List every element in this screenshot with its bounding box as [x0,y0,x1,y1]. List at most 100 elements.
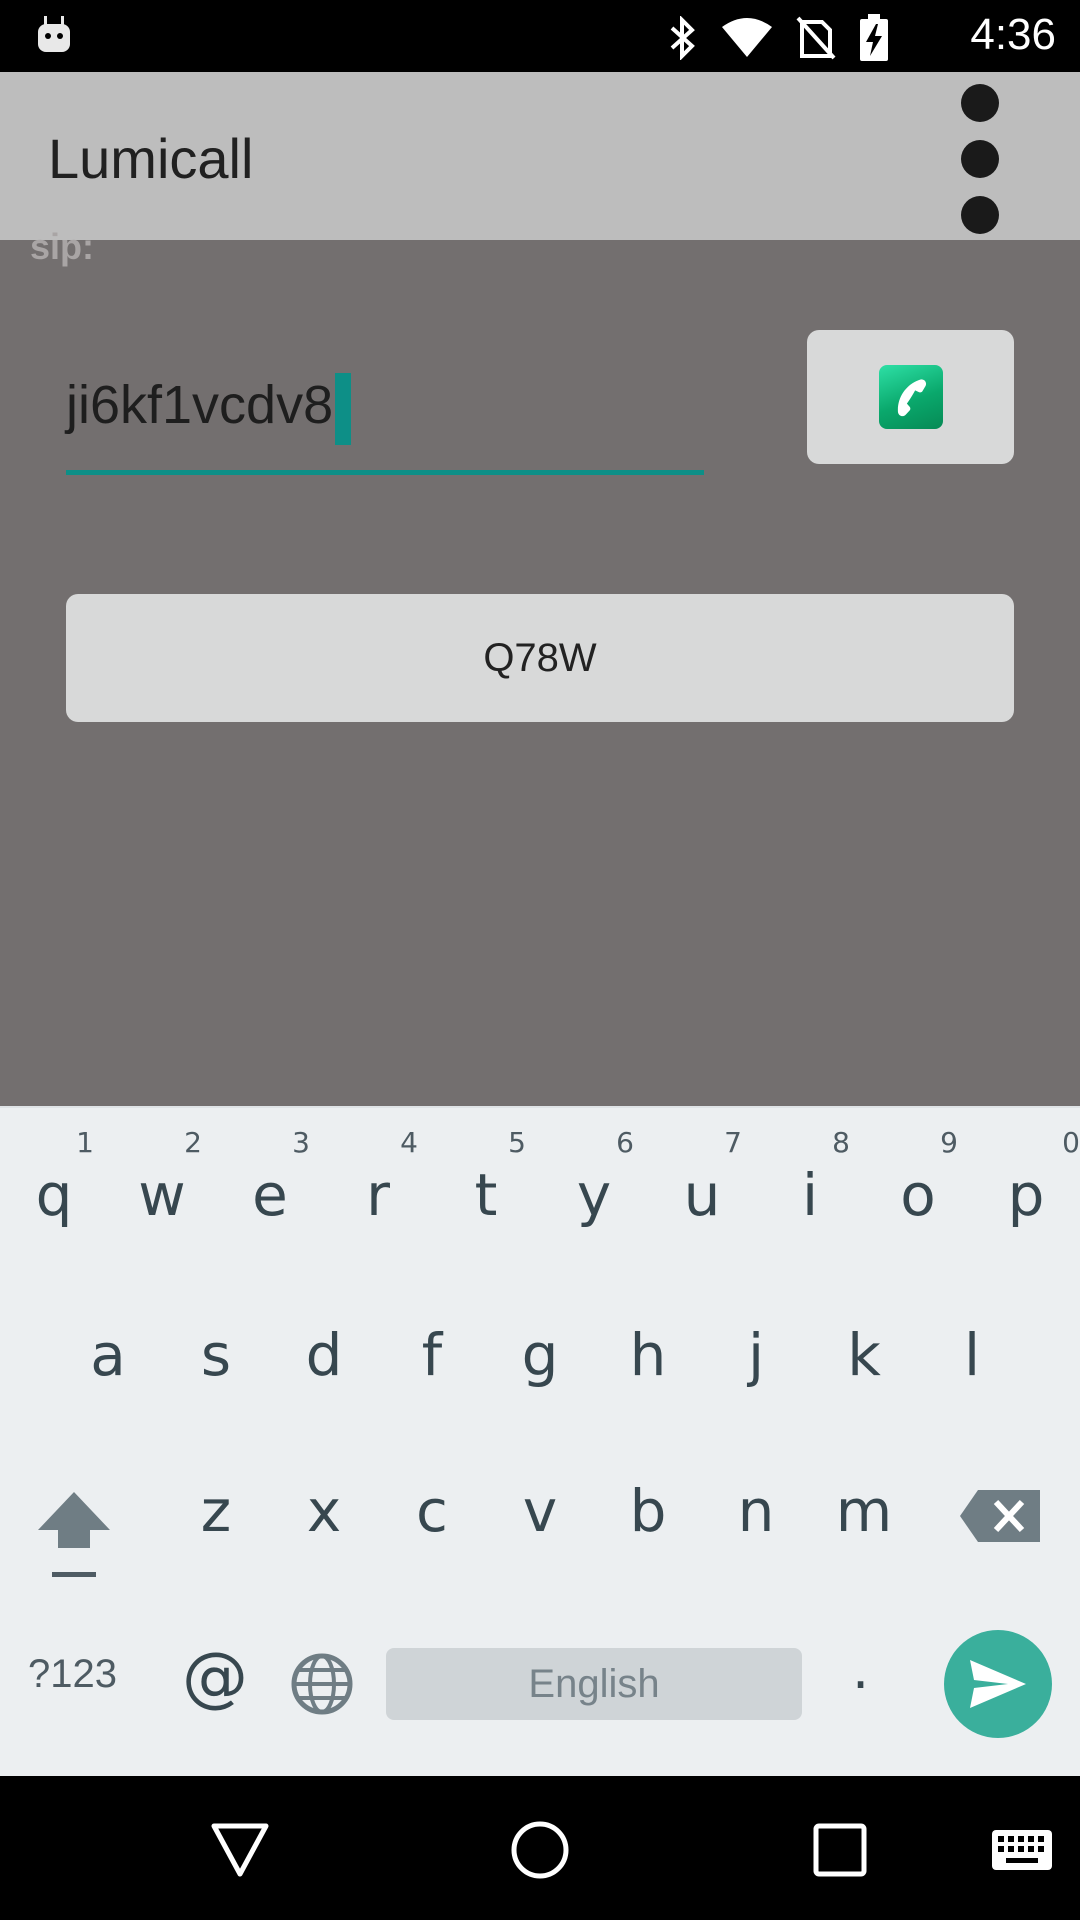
key-hint: 5 [508,1126,526,1159]
key-i[interactable]: 8i [756,1108,864,1258]
status-icons [668,14,890,62]
space-key[interactable]: English [386,1648,802,1720]
status-bar: 4:36 [0,0,1080,72]
menu-dot [961,140,999,178]
globe-icon [291,1653,353,1715]
backspace-key[interactable] [960,1486,1044,1546]
battery-charging-icon [860,14,888,61]
screen: 4:36 Lumicall sip: ji6kf1vcdv8 Q78W 1q 2… [0,0,1080,1920]
key-label: l [963,1321,981,1389]
key-hint: 8 [832,1126,850,1159]
key-label: f [421,1321,443,1389]
key-label: h [629,1321,667,1389]
key-e[interactable]: 3e [216,1108,324,1258]
key-t[interactable]: 5t [432,1108,540,1258]
overflow-menu-icon[interactable] [958,84,1002,234]
key-label: c [416,1477,448,1545]
key-hint: 4 [400,1126,418,1159]
key-label: w [138,1161,186,1229]
key-z[interactable]: z [162,1424,270,1574]
key-label: d [305,1321,343,1389]
key-a[interactable]: a [54,1258,162,1408]
key-b[interactable]: b [594,1424,702,1574]
key-hint: 9 [940,1126,958,1159]
key-m[interactable]: m [810,1424,918,1574]
shift-icon [38,1492,110,1577]
key-hint: 3 [292,1126,310,1159]
soft-keyboard: 1q 2w 3e 4r 5t 6y 7u 8i 9o 0p a s d f g … [0,1106,1080,1778]
key-p[interactable]: 0p [972,1108,1080,1258]
key-label: k [847,1321,881,1389]
android-debug-icon [38,16,70,52]
back-button[interactable] [200,1810,280,1890]
key-f[interactable]: f [378,1258,486,1408]
key-label: e [252,1161,288,1229]
backspace-icon [960,1490,1040,1542]
bluetooth-icon [670,16,695,60]
menu-dot [961,196,999,234]
key-label: b [629,1477,667,1545]
key-d[interactable]: d [270,1258,378,1408]
symbols-key[interactable]: ?123 [28,1652,117,1697]
key-g[interactable]: g [486,1258,594,1408]
key-l[interactable]: l [918,1258,1026,1408]
sip-uri-input-text: ji6kf1vcdv8 [66,360,352,450]
text-cursor [335,372,352,445]
key-j[interactable]: j [702,1258,810,1408]
key-label: j [747,1321,765,1389]
menu-dot [961,84,999,122]
navigation-bar [0,1776,1080,1920]
key-k[interactable]: k [810,1258,918,1408]
shift-key[interactable] [20,1470,128,1590]
key-s[interactable]: s [162,1258,270,1408]
key-hint: 7 [724,1126,742,1159]
key-w[interactable]: 2w [108,1108,216,1258]
send-key[interactable] [944,1630,1052,1738]
key-hint: 1 [76,1126,94,1159]
key-v[interactable]: v [486,1424,594,1574]
key-label: m [835,1477,893,1545]
period-key[interactable]: . [852,1638,869,1701]
key-h[interactable]: h [594,1258,702,1408]
key-label: u [683,1161,721,1229]
key-hint: 6 [616,1126,634,1159]
key-label: g [521,1321,559,1389]
phone-handset-icon [897,379,926,417]
key-label: n [737,1477,775,1545]
recents-button[interactable] [800,1810,880,1890]
at-key[interactable]: @ [182,1638,248,1715]
key-r[interactable]: 4r [324,1108,432,1258]
key-label: y [576,1161,612,1229]
sip-uri-input[interactable]: ji6kf1vcdv8 [66,360,704,475]
back-icon [211,1823,269,1877]
code-button[interactable]: Q78W [66,594,1014,722]
keyboard-switch-button[interactable] [980,1810,1064,1890]
sip-scheme-label: sip: [30,226,95,267]
key-u[interactable]: 7u [648,1108,756,1258]
key-n[interactable]: n [702,1424,810,1574]
app-bar: Lumicall [0,72,1080,240]
home-button[interactable] [500,1810,580,1890]
no-sim-icon [796,16,836,60]
key-c[interactable]: c [378,1424,486,1574]
keyboard-icon [992,1830,1052,1870]
key-q[interactable]: 1q [0,1108,108,1258]
key-label: a [90,1321,126,1389]
send-icon [970,1660,1026,1708]
globe-key[interactable] [290,1652,354,1716]
key-hint: 0 [1062,1126,1080,1159]
call-button[interactable] [807,330,1014,464]
key-y[interactable]: 6y [540,1108,648,1258]
dialer-content: sip: ji6kf1vcdv8 Q78W [0,226,1080,1106]
sip-uri-value: ji6kf1vcdv8 [66,375,334,435]
key-x[interactable]: x [270,1424,378,1574]
key-o[interactable]: 9o [864,1108,972,1258]
key-label: z [200,1477,232,1545]
recents-icon [813,1823,867,1877]
key-label: v [522,1477,558,1545]
key-label: i [801,1161,819,1229]
key-label: t [474,1161,498,1229]
key-label: x [306,1477,342,1545]
key-hint: 2 [184,1126,202,1159]
key-label: r [366,1161,390,1229]
